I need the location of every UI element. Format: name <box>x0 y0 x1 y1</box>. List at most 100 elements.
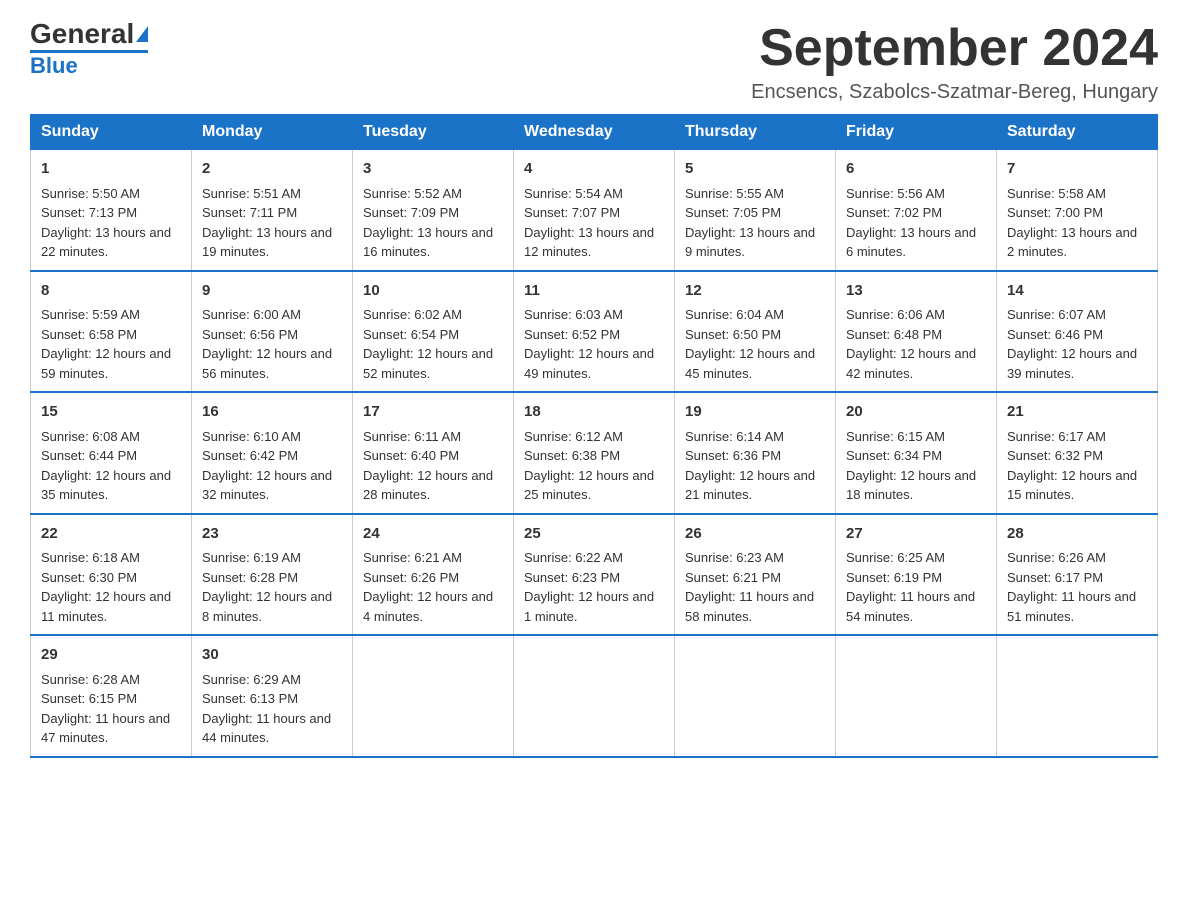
calendar-cell: 2Sunrise: 5:51 AMSunset: 7:11 PMDaylight… <box>192 150 353 271</box>
calendar-cell: 9Sunrise: 6:00 AMSunset: 6:56 PMDaylight… <box>192 271 353 393</box>
daylight-text: Daylight: 12 hours and 4 minutes. <box>363 589 493 624</box>
sunset-text: Sunset: 6:44 PM <box>41 448 137 463</box>
sunrise-text: Sunrise: 6:12 AM <box>524 429 623 444</box>
daylight-text: Daylight: 11 hours and 54 minutes. <box>846 589 975 624</box>
sunset-text: Sunset: 6:21 PM <box>685 570 781 585</box>
daylight-text: Daylight: 12 hours and 25 minutes. <box>524 468 654 503</box>
calendar-cell: 3Sunrise: 5:52 AMSunset: 7:09 PMDaylight… <box>353 150 514 271</box>
day-number: 23 <box>202 523 342 546</box>
page-header: General Blue September 2024 Encsencs, Sz… <box>30 20 1158 104</box>
day-header-tuesday: Tuesday <box>353 115 514 150</box>
daylight-text: Daylight: 11 hours and 47 minutes. <box>41 711 170 746</box>
day-number: 1 <box>41 158 181 181</box>
sunset-text: Sunset: 6:48 PM <box>846 327 942 342</box>
sunrise-text: Sunrise: 6:22 AM <box>524 550 623 565</box>
calendar-week-row: 8Sunrise: 5:59 AMSunset: 6:58 PMDaylight… <box>31 271 1158 393</box>
calendar-cell: 6Sunrise: 5:56 AMSunset: 7:02 PMDaylight… <box>836 150 997 271</box>
calendar-header-row: SundayMondayTuesdayWednesdayThursdayFrid… <box>31 115 1158 150</box>
day-number: 8 <box>41 280 181 303</box>
daylight-text: Daylight: 12 hours and 49 minutes. <box>524 346 654 381</box>
calendar-cell <box>836 635 997 757</box>
sunset-text: Sunset: 7:11 PM <box>202 205 297 220</box>
calendar-cell: 19Sunrise: 6:14 AMSunset: 6:36 PMDayligh… <box>675 392 836 514</box>
calendar-cell: 11 Sunrise: 6:03 AM Sunset: 6:52 PM Dayligh… <box>514 271 675 393</box>
sunrise-text: Sunrise: 6:08 AM <box>41 429 140 444</box>
calendar-week-row: 15 Sunrise: 6:08 AM Sunset: 6:44 PM Dayligh… <box>31 392 1158 514</box>
day-header-thursday: Thursday <box>675 115 836 150</box>
sunrise-text: Sunrise: 6:25 AM <box>846 550 945 565</box>
sunrise-text: Sunrise: 6:00 AM <box>202 307 301 322</box>
day-number: 11 <box>524 280 664 303</box>
sunset-text: Sunset: 6:56 PM <box>202 327 298 342</box>
sunrise-text: Sunrise: 5:51 AM <box>202 186 301 201</box>
sunset-text: Sunset: 6:42 PM <box>202 448 298 463</box>
day-number: 12 <box>685 280 825 303</box>
sunrise-text: Sunrise: 5:50 AM <box>41 186 140 201</box>
day-number: 27 <box>846 523 986 546</box>
calendar-cell <box>514 635 675 757</box>
location-subtitle: Encsencs, Szabolcs-Szatmar-Bereg, Hungar… <box>751 81 1158 104</box>
sunrise-text: Sunrise: 6:23 AM <box>685 550 784 565</box>
sunset-text: Sunset: 6:58 PM <box>41 327 137 342</box>
calendar-week-row: 22Sunrise: 6:18 AMSunset: 6:30 PMDayligh… <box>31 514 1158 636</box>
calendar-cell: 14 Sunrise: 6:07 AM Sunset: 6:46 PM Dayligh… <box>997 271 1158 393</box>
daylight-text: Daylight: 12 hours and 15 minutes. <box>1007 468 1137 503</box>
day-header-friday: Friday <box>836 115 997 150</box>
day-header-monday: Monday <box>192 115 353 150</box>
sunrise-text: Sunrise: 6:07 AM <box>1007 307 1106 322</box>
day-number: 2 <box>202 158 342 181</box>
sunrise-text: Sunrise: 6:18 AM <box>41 550 140 565</box>
daylight-text: Daylight: 13 hours and 2 minutes. <box>1007 225 1137 260</box>
day-number: 21 <box>1007 401 1147 424</box>
day-number: 15 <box>41 401 181 424</box>
calendar-cell: 23Sunrise: 6:19 AMSunset: 6:28 PMDayligh… <box>192 514 353 636</box>
day-number: 26 <box>685 523 825 546</box>
daylight-text: Daylight: 13 hours and 9 minutes. <box>685 225 815 260</box>
daylight-text: Daylight: 11 hours and 58 minutes. <box>685 589 814 624</box>
sunrise-text: Sunrise: 6:10 AM <box>202 429 301 444</box>
daylight-text: Daylight: 12 hours and 18 minutes. <box>846 468 976 503</box>
daylight-text: Daylight: 11 hours and 44 minutes. <box>202 711 331 746</box>
daylight-text: Daylight: 13 hours and 22 minutes. <box>41 225 171 260</box>
sunrise-text: Sunrise: 6:17 AM <box>1007 429 1106 444</box>
sunset-text: Sunset: 6:54 PM <box>363 327 459 342</box>
daylight-text: Daylight: 12 hours and 8 minutes. <box>202 589 332 624</box>
sunrise-text: Sunrise: 6:11 AM <box>363 429 461 444</box>
sunrise-text: Sunrise: 6:04 AM <box>685 307 784 322</box>
calendar-cell: 15Sunrise: 6:08 AMSunset: 6:44 PMDayligh… <box>31 392 192 514</box>
calendar-cell: 12Sunrise: 6:04 AMSunset: 6:50 PMDayligh… <box>675 271 836 393</box>
calendar-cell: 17Sunrise: 6:11 AMSunset: 6:40 PMDayligh… <box>353 392 514 514</box>
sunset-text: Sunset: 6:46 PM <box>1007 327 1103 342</box>
calendar-cell <box>997 635 1158 757</box>
daylight-text: Daylight: 12 hours and 21 minutes. <box>685 468 815 503</box>
sunrise-text: Sunrise: 5:55 AM <box>685 186 784 201</box>
sunrise-text: Sunrise: 6:06 AM <box>846 307 945 322</box>
sunset-text: Sunset: 6:34 PM <box>846 448 942 463</box>
sunrise-text: Sunrise: 6:02 AM <box>363 307 462 322</box>
sunset-text: Sunset: 6:13 PM <box>202 691 298 706</box>
daylight-text: Daylight: 12 hours and 52 minutes. <box>363 346 493 381</box>
calendar-cell: 24Sunrise: 6:21 AMSunset: 6:26 PMDayligh… <box>353 514 514 636</box>
day-number: 3 <box>363 158 503 181</box>
daylight-text: Daylight: 12 hours and 56 minutes. <box>202 346 332 381</box>
sunrise-text: Sunrise: 6:03 AM <box>524 307 623 322</box>
sunset-text: Sunset: 7:07 PM <box>524 205 620 220</box>
calendar-cell: 30Sunrise: 6:29 AMSunset: 6:13 PMDayligh… <box>192 635 353 757</box>
daylight-text: Daylight: 13 hours and 6 minutes. <box>846 225 976 260</box>
day-number: 17 <box>363 401 503 424</box>
calendar-cell: 27Sunrise: 6:25 AMSunset: 6:19 PMDayligh… <box>836 514 997 636</box>
day-number: 14 <box>1007 280 1147 303</box>
logo-blue: Blue <box>30 53 78 79</box>
sunset-text: Sunset: 6:15 PM <box>41 691 137 706</box>
sunset-text: Sunset: 7:02 PM <box>846 205 942 220</box>
calendar-cell: 1Sunrise: 5:50 AMSunset: 7:13 PMDaylight… <box>31 150 192 271</box>
sunrise-text: Sunrise: 6:28 AM <box>41 672 140 687</box>
title-section: September 2024 Encsencs, Szabolcs-Szatma… <box>751 20 1158 104</box>
calendar-cell: 22Sunrise: 6:18 AMSunset: 6:30 PMDayligh… <box>31 514 192 636</box>
calendar-cell: 4Sunrise: 5:54 AMSunset: 7:07 PMDaylight… <box>514 150 675 271</box>
daylight-text: Daylight: 12 hours and 39 minutes. <box>1007 346 1137 381</box>
sunset-text: Sunset: 6:52 PM <box>524 327 620 342</box>
calendar-cell <box>353 635 514 757</box>
day-number: 5 <box>685 158 825 181</box>
calendar-cell: 26 Sunrise: 6:23 AM Sunset: 6:21 PM Dayligh… <box>675 514 836 636</box>
